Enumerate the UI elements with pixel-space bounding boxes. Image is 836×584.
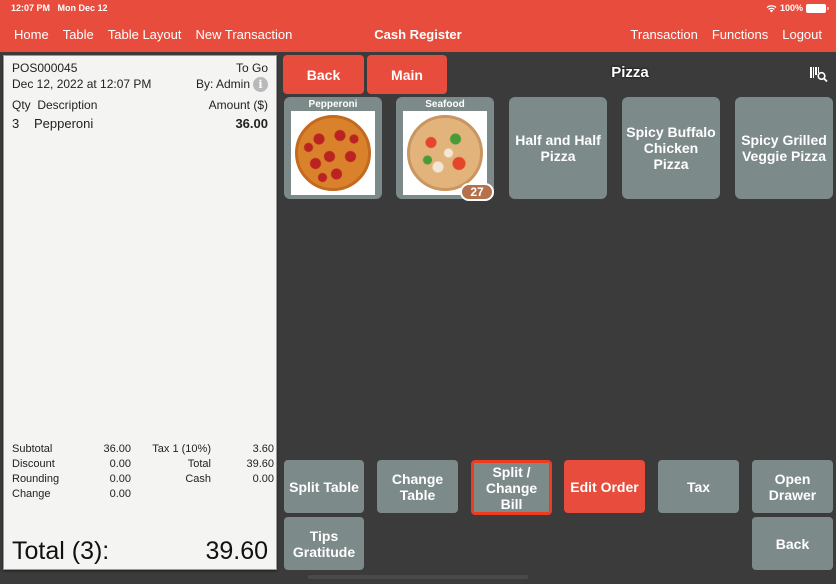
category-title: Pizza <box>611 64 649 81</box>
receipt-number: POS000045 <box>12 61 78 75</box>
page-title: Cash Register <box>374 27 462 42</box>
battery-icon <box>806 3 829 13</box>
menu-item-name: Spicy Grilled Veggie Pizza <box>741 132 827 164</box>
col-description: Description <box>37 98 98 112</box>
wifi-icon <box>766 4 777 12</box>
cash-value: 0.00 <box>252 473 274 485</box>
menu-item-pepperoni[interactable]: Pepperoni <box>284 97 382 199</box>
nav-left: Home Table Table Layout New Transaction <box>14 27 292 42</box>
nav-functions[interactable]: Functions <box>712 27 768 42</box>
battery-percent: 100% <box>779 3 803 13</box>
item-amount: 36.00 <box>235 116 268 131</box>
menu-item-name: Pepperoni <box>308 99 358 110</box>
info-icon[interactable]: i <box>253 77 268 93</box>
menu-item-seafood[interactable]: Seafood 27 <box>396 97 494 201</box>
item-name: Pepperoni <box>34 116 94 131</box>
col-qty: Qty <box>12 98 31 112</box>
total-label: Total <box>187 458 211 470</box>
tax-label: Tax 1 (10%) <box>152 443 211 455</box>
home-indicator[interactable] <box>308 575 528 579</box>
menu-item-half-and-half[interactable]: Half and Half Pizza <box>509 97 607 199</box>
change-table-button[interactable]: Change Table <box>377 460 458 513</box>
order-type: To Go <box>235 61 268 75</box>
main-button[interactable]: Main <box>367 55 447 94</box>
top-bar: 12:07 PM Mon Dec 12 100% Home Table Tabl… <box>0 0 836 52</box>
receipt-columns: Qty Description Amount ($) <box>12 98 268 112</box>
col-amount: Amount ($) <box>208 98 268 112</box>
cash-label: Cash <box>185 473 211 485</box>
split-table-button[interactable]: Split Table <box>284 460 364 513</box>
nav-table-layout[interactable]: Table Layout <box>108 27 182 42</box>
menu-item-name: Half and Half Pizza <box>515 132 601 164</box>
nav-transaction[interactable]: Transaction <box>630 27 697 42</box>
pepperoni-pizza-image <box>291 111 375 195</box>
grand-total-value: 39.60 <box>205 537 268 565</box>
menu-item-name: Spicy Buffalo Chicken Pizza <box>626 124 716 172</box>
rounding-label: Rounding <box>12 473 60 485</box>
nav-logout[interactable]: Logout <box>782 27 822 42</box>
status-indicators: 100% <box>766 3 829 13</box>
open-drawer-button[interactable]: Open Drawer <box>752 460 833 513</box>
menu-item-spicy-buffalo-chicken[interactable]: Spicy Buffalo Chicken Pizza <box>622 97 720 199</box>
date: Mon Dec 12 <box>57 3 108 13</box>
edit-order-button[interactable]: Edit Order <box>564 460 645 513</box>
change-label: Change <box>12 488 51 500</box>
menu-item-name: Seafood <box>425 99 465 110</box>
nav-new-transaction[interactable]: New Transaction <box>196 27 293 42</box>
tax-button[interactable]: Tax <box>658 460 739 513</box>
receipt-panel: POS000045 To Go Dec 12, 2022 at 12:07 PM… <box>3 55 277 570</box>
nav-table[interactable]: Table <box>63 27 94 42</box>
back-button[interactable]: Back <box>283 55 364 94</box>
receipt-line-item[interactable]: 3 Pepperoni 36.00 <box>12 116 268 131</box>
function-back-button[interactable]: Back <box>752 517 833 570</box>
receipt-by: By: Admin <box>195 77 250 91</box>
status-time: 12:07 PM Mon Dec 12 <box>11 3 108 13</box>
item-qty: 3 <box>12 116 20 131</box>
tax-value: 3.60 <box>252 443 274 455</box>
grand-total-label: Total (3): <box>12 537 110 565</box>
clock: 12:07 PM <box>11 3 51 13</box>
receipt-summary: Subtotal 36.00 Tax 1 (10%) 3.60 Discount… <box>12 443 274 500</box>
rounding-value: 0.00 <box>109 473 131 485</box>
tips-gratitude-button[interactable]: Tips Gratitude <box>284 517 364 570</box>
discount-label: Discount <box>12 458 55 470</box>
receipt-datetime: Dec 12, 2022 at 12:07 PM <box>12 77 152 91</box>
subtotal-value: 36.00 <box>103 443 131 455</box>
barcode-search-icon[interactable] <box>810 66 828 82</box>
total-value: 39.60 <box>246 458 274 470</box>
split-change-bill-button[interactable]: Split / Change Bill <box>471 460 552 515</box>
change-value: 0.00 <box>109 488 131 500</box>
stock-count-badge: 27 <box>460 183 494 201</box>
nav-home[interactable]: Home <box>14 27 49 42</box>
discount-value: 0.00 <box>109 458 131 470</box>
nav-right: Transaction Functions Logout <box>630 27 822 42</box>
subtotal-label: Subtotal <box>12 443 53 455</box>
menu-item-spicy-grilled-veggie[interactable]: Spicy Grilled Veggie Pizza <box>735 97 833 199</box>
grand-total: Total (3): 39.60 <box>12 537 268 566</box>
